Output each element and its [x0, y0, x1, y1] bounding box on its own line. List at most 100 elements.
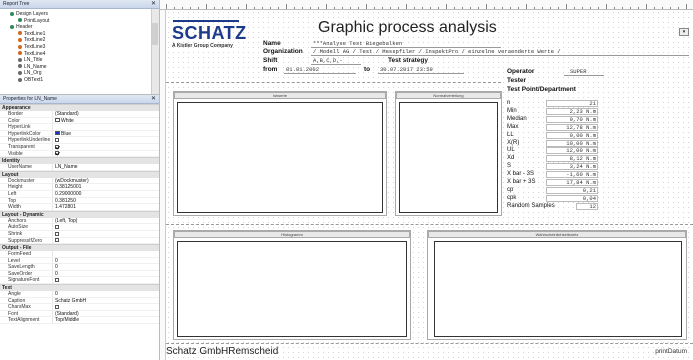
property-value[interactable]	[52, 124, 159, 130]
property-category[interactable]: Layout	[0, 170, 159, 178]
property-value[interactable]: 1.472801	[52, 204, 159, 210]
stat-label[interactable]: X(R)	[507, 140, 519, 146]
tree-item[interactable]: LN_Title	[4, 57, 155, 64]
property-row[interactable]: Height 0.38125001	[0, 184, 159, 191]
property-value[interactable]: White	[52, 117, 159, 124]
property-row[interactable]: UserName LN_Name	[0, 164, 159, 171]
property-value[interactable]	[52, 304, 159, 310]
label-operator[interactable]: Operator	[507, 68, 534, 75]
property-value[interactable]	[52, 237, 159, 244]
stat-label[interactable]: cpk	[507, 195, 516, 201]
property-row[interactable]: Dockmuster (wDockmuster)	[0, 177, 159, 185]
property-row[interactable]: CharsMax	[0, 304, 159, 311]
stat-label[interactable]: LL	[507, 132, 514, 138]
checkbox[interactable]	[55, 304, 59, 309]
report-page[interactable]: SCHATZ A Kistler Group Company Graphic p…	[166, 10, 693, 360]
tree-item[interactable]: Header	[4, 24, 155, 31]
label-to[interactable]: to	[364, 66, 370, 73]
stat-value[interactable]: 12,78 N.m	[546, 123, 598, 131]
property-value[interactable]: 0.29000000	[52, 190, 159, 197]
stat-label[interactable]: S	[507, 163, 511, 169]
property-row[interactable]: Left 0.29000000	[0, 190, 159, 198]
property-value[interactable]: Schatz GmbH	[52, 297, 159, 304]
tree-item[interactable]: TextLine1	[4, 31, 155, 38]
property-row[interactable]: Width 1.472801	[0, 204, 159, 211]
stat-value[interactable]: 17,84 N.m	[546, 179, 598, 186]
property-category[interactable]: Output - File	[0, 244, 159, 252]
stat-value[interactable]: 12,00 N.m	[546, 147, 598, 155]
property-row[interactable]: AutoSize	[0, 224, 159, 231]
tree-item[interactable]: LN_Org	[4, 70, 155, 77]
property-row[interactable]: SaveOrder 0	[0, 270, 159, 278]
property-value[interactable]: (wDockmuster)	[52, 177, 159, 184]
tree-item[interactable]: OBText1	[4, 77, 155, 84]
checkbox[interactable]	[55, 231, 59, 236]
stat-value[interactable]: -1,60 N.m	[546, 171, 598, 179]
property-row[interactable]: Shrink	[0, 230, 159, 238]
stat-label[interactable]: X bar + 3S	[507, 179, 536, 185]
stat-value[interactable]: 3,24 N.m	[546, 163, 598, 171]
property-row[interactable]: HyperLink	[0, 124, 159, 131]
property-value[interactable]	[52, 251, 159, 257]
values-chart-box[interactable]	[173, 91, 387, 216]
stat-value[interactable]: 12	[576, 202, 598, 210]
property-row[interactable]: HyperlinkColor Blue	[0, 130, 159, 138]
property-category[interactable]: Identity	[0, 157, 159, 165]
property-value[interactable]: 0	[52, 270, 159, 277]
property-value[interactable]: 0	[52, 291, 159, 297]
property-row[interactable]: Caption Schatz GmbH	[0, 297, 159, 305]
label-test-strategy[interactable]: Test strategy	[388, 57, 428, 64]
tree-item[interactable]: TextLine3	[4, 44, 155, 51]
probability-net-box[interactable]	[427, 230, 687, 340]
tree-item[interactable]: TextLine2	[4, 37, 155, 44]
histogram-box[interactable]	[173, 230, 411, 340]
close-icon[interactable]: ✕	[151, 0, 156, 9]
stat-label[interactable]: X bar - 3S	[507, 171, 534, 177]
to-field[interactable]: 30.07.2017 23:59	[378, 66, 464, 74]
property-value[interactable]	[52, 230, 159, 237]
marker-icon[interactable]: ▾	[679, 28, 689, 36]
label-test-point[interactable]: Test Point/Department	[507, 86, 576, 93]
stat-value[interactable]: 8,12 N.m	[546, 155, 598, 163]
property-row[interactable]: HyperlinkUnderline	[0, 137, 159, 144]
property-row[interactable]: TextAlignment Top/Middle	[0, 317, 159, 325]
property-value[interactable]: 0	[52, 264, 159, 270]
stat-label[interactable]: Median	[507, 116, 527, 122]
stat-value[interactable]: 0,21	[546, 186, 598, 194]
tree-item[interactable]: Design Layers	[4, 11, 155, 18]
label-from[interactable]: from	[263, 66, 277, 73]
stat-value[interactable]: 0,00 N.m	[546, 131, 598, 139]
footer-print-date[interactable]: printDatum	[655, 348, 687, 355]
label-organization[interactable]: Organization	[263, 48, 303, 55]
property-value[interactable]: LN_Name	[52, 164, 159, 170]
property-row[interactable]: Level 0	[0, 257, 159, 265]
property-value[interactable]	[52, 137, 159, 143]
close-icon[interactable]: ✕	[151, 95, 156, 104]
stat-value[interactable]: 10,00 N.m	[546, 139, 598, 147]
stat-label[interactable]: n	[507, 100, 510, 106]
property-value[interactable]	[52, 150, 159, 157]
from-field[interactable]: 01.01.2002	[284, 66, 356, 74]
label-name[interactable]: Name	[263, 40, 281, 47]
stat-label[interactable]: Max	[507, 124, 518, 130]
property-value[interactable]	[52, 224, 159, 230]
property-category[interactable]: Layout - Dynamic	[0, 210, 159, 218]
report-title[interactable]: Graphic process analysis	[318, 19, 497, 37]
property-row[interactable]: SignatureFont	[0, 277, 159, 285]
checkbox[interactable]	[55, 144, 59, 149]
tree-scrollbar[interactable]	[151, 9, 159, 94]
property-value[interactable]: Top/Middle	[52, 317, 159, 324]
checkbox[interactable]	[55, 151, 59, 156]
operator-field[interactable]: SUPER	[564, 68, 604, 76]
tree-item[interactable]: TextLine4	[4, 51, 155, 58]
property-value[interactable]	[52, 277, 159, 284]
property-row[interactable]: Color White	[0, 117, 159, 125]
checkbox[interactable]	[55, 138, 59, 143]
property-value[interactable]: 0.38125001	[52, 184, 159, 190]
organization-field[interactable]: / Modell AG / Test / Messpfiler / Inspek…	[311, 48, 689, 56]
property-row[interactable]: SaveLength 0	[0, 264, 159, 271]
stat-label[interactable]: UL	[507, 147, 515, 153]
property-row[interactable]: Border (Standard)	[0, 111, 159, 118]
report-tree[interactable]: Design Layers PrintLayout Header TextLine1 T…	[0, 9, 159, 95]
name-field[interactable]: ***Analyse Test Biegebalken	[311, 40, 501, 48]
